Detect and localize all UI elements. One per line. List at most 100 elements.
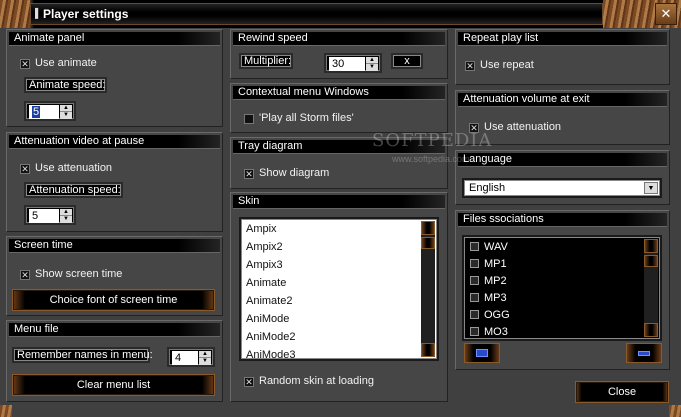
list-item[interactable]: Ampix3 [246, 259, 283, 271]
repeat-playlist-panel: Repeat play list ✕ Use repeat [455, 29, 670, 85]
rewind-speed-panel: Rewind speed Multiplier: 30 ▲ ▼ x [230, 29, 448, 79]
language-header: Language [458, 153, 667, 167]
list-item[interactable]: AniMode [246, 313, 289, 325]
multiplier-spinner[interactable]: 30 ▲ ▼ [324, 53, 382, 73]
arrow-down-icon[interactable]: ▼ [199, 358, 211, 365]
repeat-playlist-header: Repeat play list [458, 32, 667, 46]
check-icon: ✕ [245, 377, 253, 387]
title-right-ornament: ✕ [603, 0, 681, 28]
list-item[interactable]: WAV [470, 241, 508, 253]
attenuation-speed-value[interactable]: 5 [29, 209, 59, 223]
files-associations-panel: Files ssociations WAV MP1 MP2 MP3 OGG MO… [455, 210, 670, 370]
scroll-thumb[interactable] [421, 237, 435, 249]
rewind-speed-header: Rewind speed [233, 32, 445, 46]
animate-panel: Animate panel ✕ Use animate Animate spee… [6, 29, 223, 127]
check-icon: ✕ [466, 61, 474, 71]
clear-menu-list-button[interactable]: Clear menu list [12, 374, 215, 396]
list-item[interactable]: Ampix [246, 223, 277, 235]
frame-corner-right [669, 405, 681, 417]
files-list-scrollbar[interactable] [644, 239, 658, 337]
window-close-icon[interactable]: ✕ [655, 3, 677, 25]
show-diagram-checkbox[interactable]: ✕ [244, 169, 254, 179]
list-item[interactable]: Ampix2 [246, 241, 283, 253]
arrow-up-icon[interactable]: ▲ [60, 105, 72, 112]
show-screen-time-checkbox[interactable]: ✕ [20, 270, 30, 280]
checkbox-icon[interactable] [470, 242, 479, 251]
checkbox-icon[interactable] [470, 327, 479, 336]
contextual-menu-panel: Contextual menu Windows 'Play all Storm … [230, 83, 448, 133]
multiplier-label: Multiplier: [239, 53, 293, 69]
language-selected: English [469, 182, 506, 194]
skin-list[interactable]: Ampix Ampix2 Ampix3 Animate Animate2 Ani… [239, 217, 439, 361]
use-animate-label: Use animate [35, 57, 97, 69]
system-menu-icon[interactable]: ▌ [35, 8, 43, 20]
play-all-storm-checkbox[interactable] [244, 114, 254, 124]
scroll-down-icon[interactable] [421, 343, 435, 357]
use-attenuation-video-label: Use attenuation [35, 162, 113, 174]
skin-header: Skin [233, 195, 445, 209]
arrow-down-icon[interactable]: ▼ [60, 112, 72, 119]
attenuation-video-header: Attenuation video at pause [9, 135, 220, 149]
arrow-up-icon[interactable]: ▲ [60, 209, 72, 216]
check-icon: ✕ [21, 270, 29, 280]
list-item[interactable]: Animate2 [246, 295, 292, 307]
check-icon: ✕ [21, 164, 29, 174]
animate-speed-value[interactable]: 5 [29, 105, 59, 119]
animate-speed-spinner[interactable]: 5 ▲ ▼ [24, 101, 76, 121]
chevron-down-icon[interactable]: ▼ [644, 182, 658, 194]
add-association-button[interactable] [464, 343, 500, 363]
list-item[interactable]: AniMode3 [246, 349, 296, 359]
watermark-url: www.softpedia.com [392, 154, 470, 164]
use-repeat-checkbox[interactable]: ✕ [465, 61, 475, 71]
files-associations-list[interactable]: WAV MP1 MP2 MP3 OGG MO3 [462, 235, 662, 341]
add-icon [476, 349, 488, 357]
list-item[interactable]: AniMode2 [246, 331, 296, 343]
remove-association-button[interactable] [626, 343, 662, 363]
window-title: Player settings [43, 7, 129, 21]
scroll-up-icon[interactable] [421, 221, 435, 235]
animate-speed-label: Animate speed: [24, 77, 107, 93]
attenuation-speed-spinner[interactable]: 5 ▲ ▼ [24, 205, 76, 225]
list-item[interactable]: Animate [246, 277, 286, 289]
use-attenuation-video-checkbox[interactable]: ✕ [20, 164, 30, 174]
checkbox-icon[interactable] [470, 310, 479, 319]
use-animate-checkbox[interactable]: ✕ [20, 59, 30, 69]
skin-panel: Skin Ampix Ampix2 Ampix3 Animate Animate… [230, 192, 448, 402]
language-select[interactable]: English ▼ [462, 178, 662, 198]
list-item[interactable]: MP1 [470, 258, 507, 270]
title-left-ornament [0, 0, 30, 28]
arrow-up-icon[interactable]: ▲ [199, 351, 211, 358]
remove-icon [638, 351, 650, 356]
use-attenuation-exit-label: Use attenuation [484, 121, 562, 133]
checkbox-icon[interactable] [470, 293, 479, 302]
list-item[interactable]: MP3 [470, 292, 507, 304]
attenuation-video-panel: Attenuation video at pause ✕ Use attenua… [6, 132, 223, 232]
close-button[interactable]: Close [575, 381, 669, 403]
checkbox-icon[interactable] [470, 276, 479, 285]
list-item[interactable]: MP2 [470, 275, 507, 287]
show-screen-time-label: Show screen time [35, 268, 123, 280]
frame-corner-left [0, 405, 12, 417]
remember-names-spinner[interactable]: 4 ▲ ▼ [167, 347, 215, 367]
skin-list-scrollbar[interactable] [421, 221, 435, 357]
random-skin-checkbox[interactable]: ✕ [244, 377, 254, 387]
scroll-up-icon[interactable] [644, 239, 658, 253]
scroll-thumb[interactable] [644, 255, 658, 267]
list-item[interactable]: MO3 [470, 326, 508, 338]
contextual-menu-header: Contextual menu Windows [233, 86, 445, 100]
animate-panel-header: Animate panel [9, 32, 220, 46]
title-bar[interactable]: ▌ Player settings ✕ [0, 0, 681, 28]
arrow-up-icon[interactable]: ▲ [366, 57, 378, 64]
list-item[interactable]: OGG [470, 309, 510, 321]
player-settings-window: ▌ Player settings ✕ Animate panel ✕ Use … [0, 0, 681, 417]
checkbox-icon[interactable] [470, 259, 479, 268]
remember-names-value[interactable]: 4 [172, 351, 198, 365]
screen-time-header: Screen time [9, 239, 220, 253]
arrow-down-icon[interactable]: ▼ [366, 64, 378, 71]
multiplier-value[interactable]: 30 [329, 57, 365, 71]
scroll-down-icon[interactable] [644, 323, 658, 337]
arrow-down-icon[interactable]: ▼ [60, 216, 72, 223]
remember-names-label: Remember names in menu: [12, 347, 153, 363]
menu-file-header: Menu file [9, 323, 220, 337]
choice-font-button[interactable]: Choice font of screen time [12, 289, 215, 311]
